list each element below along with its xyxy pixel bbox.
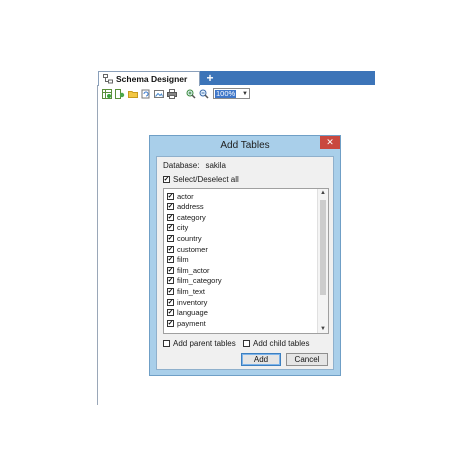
list-item[interactable]: ✓ language: [167, 308, 208, 318]
refresh-icon[interactable]: [140, 88, 151, 99]
table-name: film_category: [177, 276, 222, 286]
zoom-in-icon[interactable]: [185, 88, 196, 99]
zoom-value: 100%: [215, 88, 237, 98]
add-parent-tables-checkbox[interactable]: Add parent tables: [163, 339, 236, 348]
add-parent-label: Add parent tables: [173, 339, 236, 348]
dialog-body: Database: sakila ✓ Select/Deselect all ✓…: [156, 156, 334, 370]
checkmark-icon: ✓: [167, 234, 174, 242]
close-icon: ✕: [326, 137, 334, 147]
zoom-out-icon[interactable]: [198, 88, 209, 99]
add-tab-button[interactable]: +: [204, 71, 216, 85]
list-item[interactable]: ✓ film_actor: [167, 265, 210, 275]
table-list[interactable]: ✓ actor ✓ address ✓ category ✓ city ✓ co…: [163, 188, 329, 334]
database-label: Database:: [163, 161, 200, 170]
checkmark-icon: ✓: [167, 203, 174, 211]
checkmark-icon: ✓: [167, 298, 174, 306]
tab-label: Schema Designer: [116, 74, 188, 84]
list-item[interactable]: ✓ film_category: [167, 276, 222, 286]
table-checkbox[interactable]: ✓: [167, 213, 174, 221]
checkbox-box[interactable]: [163, 340, 170, 347]
list-item[interactable]: ✓ address: [167, 202, 204, 212]
add-relation-icon[interactable]: [114, 88, 125, 99]
close-button[interactable]: ✕: [320, 136, 340, 149]
checkmark-icon: ✓: [163, 176, 170, 183]
list-item[interactable]: ✓ country: [167, 233, 202, 243]
table-checkbox[interactable]: ✓: [167, 203, 174, 211]
checkmark-icon: ✓: [167, 213, 174, 221]
checkmark-icon: ✓: [167, 319, 174, 327]
table-name: customer: [177, 244, 208, 254]
export-image-icon[interactable]: [153, 88, 164, 99]
zoom-select[interactable]: 100% ▼: [213, 88, 250, 99]
table-name: language: [177, 308, 208, 318]
checkmark-icon: ✓: [167, 224, 174, 232]
add-child-tables-checkbox[interactable]: Add child tables: [243, 339, 309, 348]
dialog-title: Add Tables: [220, 140, 270, 151]
checkmark-icon: ✓: [167, 245, 174, 253]
table-name: film_text: [177, 286, 205, 296]
chevron-down-icon: ▼: [242, 90, 248, 97]
add-child-label: Add child tables: [253, 339, 310, 348]
table-name: payment: [177, 318, 206, 328]
schema-designer-icon: [102, 74, 113, 85]
checkmark-icon: ✓: [167, 277, 174, 285]
select-all-label: Select/Deselect all: [173, 175, 239, 184]
table-checkbox[interactable]: ✓: [167, 234, 174, 242]
add-table-icon[interactable]: [101, 88, 112, 99]
checkmark-icon: ✓: [167, 287, 174, 295]
table-name: film_actor: [177, 265, 210, 275]
table-checkbox[interactable]: ✓: [167, 287, 174, 295]
database-row: Database: sakila: [163, 161, 226, 170]
scrollbar-thumb[interactable]: [320, 200, 326, 295]
open-folder-icon[interactable]: [127, 88, 138, 99]
list-item[interactable]: ✓ film_text: [167, 286, 205, 296]
table-checkbox[interactable]: ✓: [167, 192, 174, 200]
table-name: address: [177, 202, 204, 212]
tab-schema-designer[interactable]: Schema Designer: [98, 71, 200, 86]
toolbar: 100% ▼: [98, 86, 378, 101]
chevron-down-icon[interactable]: ▼: [318, 326, 328, 332]
select-all-checkbox[interactable]: ✓ Select/Deselect all: [163, 175, 239, 184]
add-button[interactable]: Add: [241, 353, 281, 366]
chevron-up-icon[interactable]: ▲: [318, 190, 328, 196]
table-checkbox[interactable]: ✓: [167, 319, 174, 327]
cancel-button[interactable]: Cancel: [286, 353, 328, 366]
table-checkbox[interactable]: ✓: [167, 245, 174, 253]
table-name: actor: [177, 191, 194, 201]
table-checkbox[interactable]: ✓: [167, 256, 174, 264]
list-item[interactable]: ✓ inventory: [167, 297, 207, 307]
table-checkbox[interactable]: ✓: [167, 224, 174, 232]
print-icon[interactable]: [166, 88, 177, 99]
table-checkbox[interactable]: ✓: [167, 309, 174, 317]
table-checkbox[interactable]: ✓: [167, 277, 174, 285]
list-scrollbar[interactable]: ▲ ▼: [317, 189, 328, 333]
list-item[interactable]: ✓ city: [167, 223, 188, 233]
checkbox-box[interactable]: ✓: [163, 176, 170, 183]
checkmark-icon: ✓: [167, 309, 174, 317]
list-item[interactable]: ✓ film: [167, 255, 189, 265]
checkmark-icon: ✓: [167, 192, 174, 200]
table-name: category: [177, 212, 206, 222]
checkmark-icon: ✓: [167, 256, 174, 264]
list-item[interactable]: ✓ customer: [167, 244, 208, 254]
table-name: country: [177, 233, 202, 243]
table-name: city: [177, 223, 189, 233]
list-item[interactable]: ✓ payment: [167, 318, 206, 328]
table-checkbox[interactable]: ✓: [167, 298, 174, 306]
checkmark-icon: ✓: [167, 266, 174, 274]
canvas-border: [97, 85, 98, 405]
add-tables-dialog: Add Tables ✕ Database: sakila ✓ Select/D…: [149, 135, 341, 376]
checkbox-box[interactable]: [243, 340, 250, 347]
table-checkbox[interactable]: ✓: [167, 266, 174, 274]
table-name: inventory: [177, 297, 208, 307]
database-value: sakila: [205, 161, 226, 170]
list-item[interactable]: ✓ category: [167, 212, 206, 222]
table-name: film: [177, 255, 189, 265]
list-item[interactable]: ✓ actor: [167, 191, 194, 201]
